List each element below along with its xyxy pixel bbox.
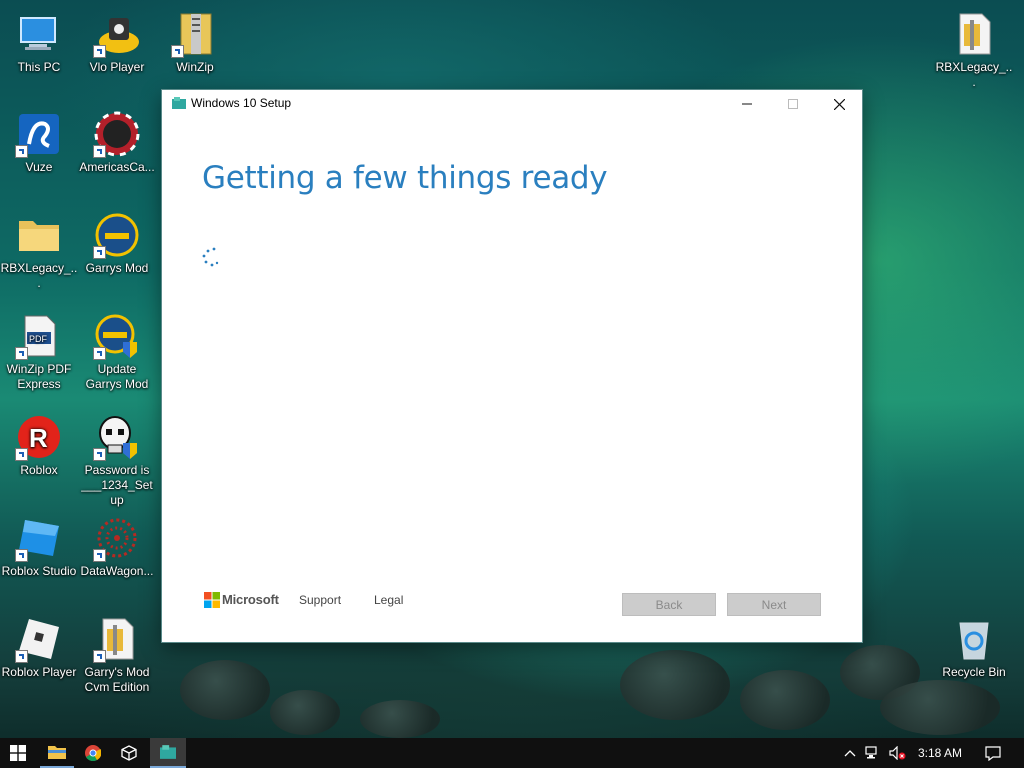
clock-time[interactable]: 3:18 AM [918, 746, 962, 760]
setup-window: Windows 10 Setup Getting a few things re… [162, 90, 862, 642]
shortcut-arrow-icon [93, 246, 106, 259]
page-title: Getting a few things ready [202, 160, 608, 196]
taskbar-box-app[interactable] [112, 738, 146, 768]
desktop-icon-roblox[interactable]: R Roblox [0, 413, 78, 478]
desktop-icon-label: Vlo Player [89, 60, 145, 74]
shortcut-arrow-icon [93, 347, 106, 360]
back-button[interactable]: Back [622, 593, 716, 616]
desktop-icon-vuze[interactable]: Vuze [0, 110, 78, 175]
desktop-icon-winzip-pdf[interactable]: PDF WinZip PDF Express [0, 312, 78, 392]
volume-tray-button[interactable] [886, 738, 910, 768]
support-link[interactable]: Support [299, 593, 341, 607]
shortcut-arrow-icon [171, 45, 184, 58]
start-button[interactable] [0, 738, 36, 768]
desktop-icon-label: Roblox [20, 463, 58, 477]
shortcut-arrow-icon [93, 45, 106, 58]
desktop-icon-label: This PC [17, 60, 61, 74]
minimize-icon [742, 103, 752, 105]
desktop-icon-label: AmericasCa... [79, 160, 155, 174]
taskbar: 3:18 AM [0, 738, 1024, 768]
shortcut-arrow-icon [15, 347, 28, 360]
desktop-icon-winzip[interactable]: WinZip [156, 10, 234, 75]
desktop-icon-label: Garry's Mod Cvm Edition [84, 665, 150, 694]
microsoft-logo-icon [204, 592, 220, 608]
window-title: Windows 10 Setup [191, 96, 292, 110]
shortcut-arrow-icon [93, 549, 106, 562]
desktop-icon-label: Password is ___1234_Setup [81, 463, 153, 507]
desktop-icon-update-garrys-mod[interactable]: Update Garrys Mod [78, 312, 156, 392]
desktop-icon-label: WinZip [176, 60, 214, 74]
network-icon [865, 746, 877, 759]
minimize-button[interactable] [724, 90, 770, 118]
desktop-icon-recycle-bin[interactable]: Recycle Bin [935, 615, 1013, 680]
shortcut-arrow-icon [15, 448, 28, 461]
svg-text:PDF: PDF [29, 334, 48, 344]
desktop-icon-garrys-mod[interactable]: Garrys Mod [78, 211, 156, 276]
shortcut-arrow-icon [93, 650, 106, 663]
chevron-up-icon [844, 750, 856, 757]
desktop-icon-label: Roblox Player [1, 665, 77, 679]
folder-icon [19, 221, 59, 251]
shortcut-arrow-icon [93, 448, 106, 461]
notification-icon [985, 745, 1001, 761]
loading-spinner-icon [202, 247, 219, 267]
maximize-button[interactable] [770, 90, 816, 118]
setup-app-icon [160, 745, 176, 759]
desktop-icon-vlo-player[interactable]: Vlo Player [78, 10, 156, 75]
taskbar-setup-app[interactable] [150, 738, 186, 768]
chrome-icon [85, 745, 101, 761]
desktop-icon-label: Recycle Bin [942, 665, 1006, 679]
desktop-icon-americascasino[interactable]: AmericasCa... [78, 110, 156, 175]
recycle-bin-icon [959, 622, 989, 660]
microsoft-brand-text: Microsoft [222, 592, 279, 607]
desktop-icon-label: Update Garrys Mod [85, 362, 149, 391]
desktop-icon-roblox-player[interactable]: Roblox Player [0, 615, 78, 680]
zip-folder-icon [959, 13, 991, 55]
desktop-icon-label: Roblox Studio [1, 564, 77, 578]
desktop-icon-label: WinZip PDF Express [6, 362, 72, 391]
close-button[interactable] [816, 90, 862, 118]
legal-link[interactable]: Legal [374, 593, 403, 607]
show-hidden-icons-button[interactable] [840, 738, 860, 768]
desktop-icon-label: RBXLegacy_... [0, 261, 78, 290]
next-button[interactable]: Next [727, 593, 821, 616]
desktop-icon-label: RBXLegacy_... [935, 60, 1013, 89]
desktop-icon-password-setup[interactable]: Password is ___1234_Setup [78, 413, 156, 508]
desktop-icon-garrys-mod-cvm[interactable]: Garry's Mod Cvm Edition [78, 615, 156, 695]
desktop-icon-roblox-studio[interactable]: Roblox Studio [0, 514, 78, 579]
box-app-icon [121, 745, 137, 761]
desktop-icon-label: DataWagon... [80, 564, 154, 578]
desktop-icon-label: Garrys Mod [85, 261, 149, 275]
title-bar[interactable]: Windows 10 Setup [162, 90, 862, 118]
desktop-icon-rbxlegacy-folder[interactable]: RBXLegacy_... [0, 211, 78, 291]
shortcut-arrow-icon [93, 145, 106, 158]
shortcut-arrow-icon [15, 145, 28, 158]
this-pc-icon [20, 17, 56, 50]
close-icon [833, 98, 845, 110]
shortcut-arrow-icon [15, 549, 28, 562]
action-center-button[interactable] [978, 738, 1008, 768]
setup-app-icon [172, 97, 186, 109]
desktop-icon-datawagon[interactable]: DataWagon... [78, 514, 156, 579]
desktop-icon-label: Vuze [25, 160, 53, 174]
start-icon [10, 745, 26, 761]
taskbar-file-explorer[interactable] [40, 738, 74, 768]
maximize-icon [788, 99, 798, 109]
desktop-icon-rbxlegacy-zip[interactable]: RBXLegacy_... [935, 10, 1013, 90]
taskbar-chrome[interactable] [76, 738, 110, 768]
svg-text:R: R [29, 423, 48, 453]
volume-muted-icon [889, 746, 906, 760]
file-explorer-icon [48, 746, 66, 759]
shortcut-arrow-icon [15, 650, 28, 663]
network-tray-button[interactable] [862, 738, 884, 768]
desktop-icon-this-pc[interactable]: This PC [0, 10, 78, 75]
